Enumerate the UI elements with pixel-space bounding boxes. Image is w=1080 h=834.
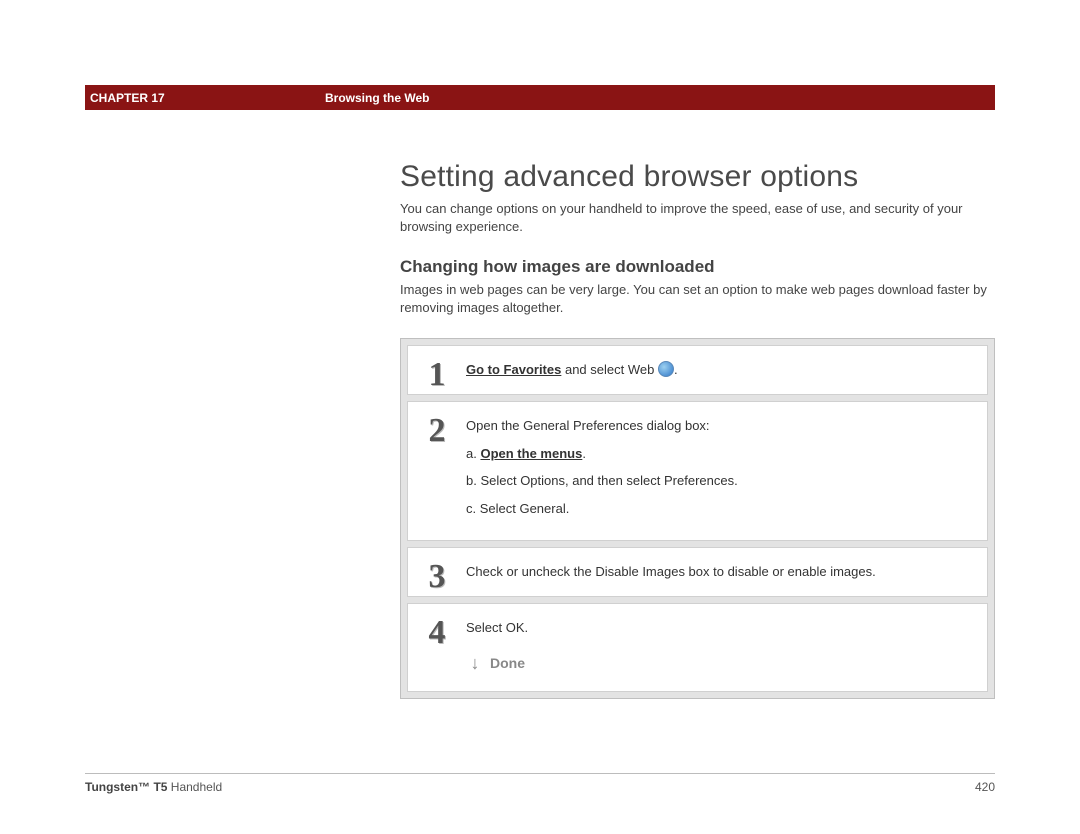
section-intro: Images in web pages can be very large. Y… [400,281,995,316]
page-number: 420 [975,780,995,794]
step-2-b: b. Select Options, and then select Prefe… [466,471,973,491]
steps-container: 1 Go to Favorites and select Web . 2 Ope… [400,338,995,699]
step-4: 4 Select OK. ↓ Done [407,603,988,692]
chapter-number: CHAPTER 17 [90,91,325,105]
step-4-text: Select OK. [466,618,973,638]
step-body: Select OK. ↓ Done [466,604,987,691]
step-1-text: and select Web [561,362,658,377]
page-footer: Tungsten™ T5 Handheld 420 [85,773,995,794]
step-3: 3 Check or uncheck the Disable Images bo… [407,547,988,597]
chapter-title: Browsing the Web [325,91,429,105]
product-name: Tungsten™ T5 Handheld [85,780,222,794]
done-label: Done [490,653,525,674]
step-number: 1 [408,346,466,394]
step-2-c: c. Select General. [466,499,973,519]
step-3-text: Check or uncheck the Disable Images box … [466,564,876,579]
step-body: Check or uncheck the Disable Images box … [466,548,987,596]
done-indicator: ↓ Done [466,650,973,677]
web-icon [658,361,674,377]
step-number: 3 [408,548,466,596]
step-body: Go to Favorites and select Web . [466,346,987,394]
intro-text: You can change options on your handheld … [400,200,995,235]
section-heading: Changing how images are downloaded [400,257,995,277]
page-title: Setting advanced browser options [400,160,995,194]
step-2: 2 Open the General Preferences dialog bo… [407,401,988,541]
down-arrow-icon: ↓ [466,650,484,677]
step-2-line1: Open the General Preferences dialog box: [466,416,973,436]
chapter-header: CHAPTER 17 Browsing the Web [85,85,995,110]
step-number: 4 [408,604,466,691]
main-content: Setting advanced browser options You can… [400,160,995,699]
open-the-menus-link[interactable]: Open the menus [480,446,582,461]
step-2-a: a. Open the menus. [466,444,973,464]
go-to-favorites-link[interactable]: Go to Favorites [466,362,561,377]
step-body: Open the General Preferences dialog box:… [466,402,987,540]
step-1: 1 Go to Favorites and select Web . [407,345,988,395]
step-number: 2 [408,402,466,540]
